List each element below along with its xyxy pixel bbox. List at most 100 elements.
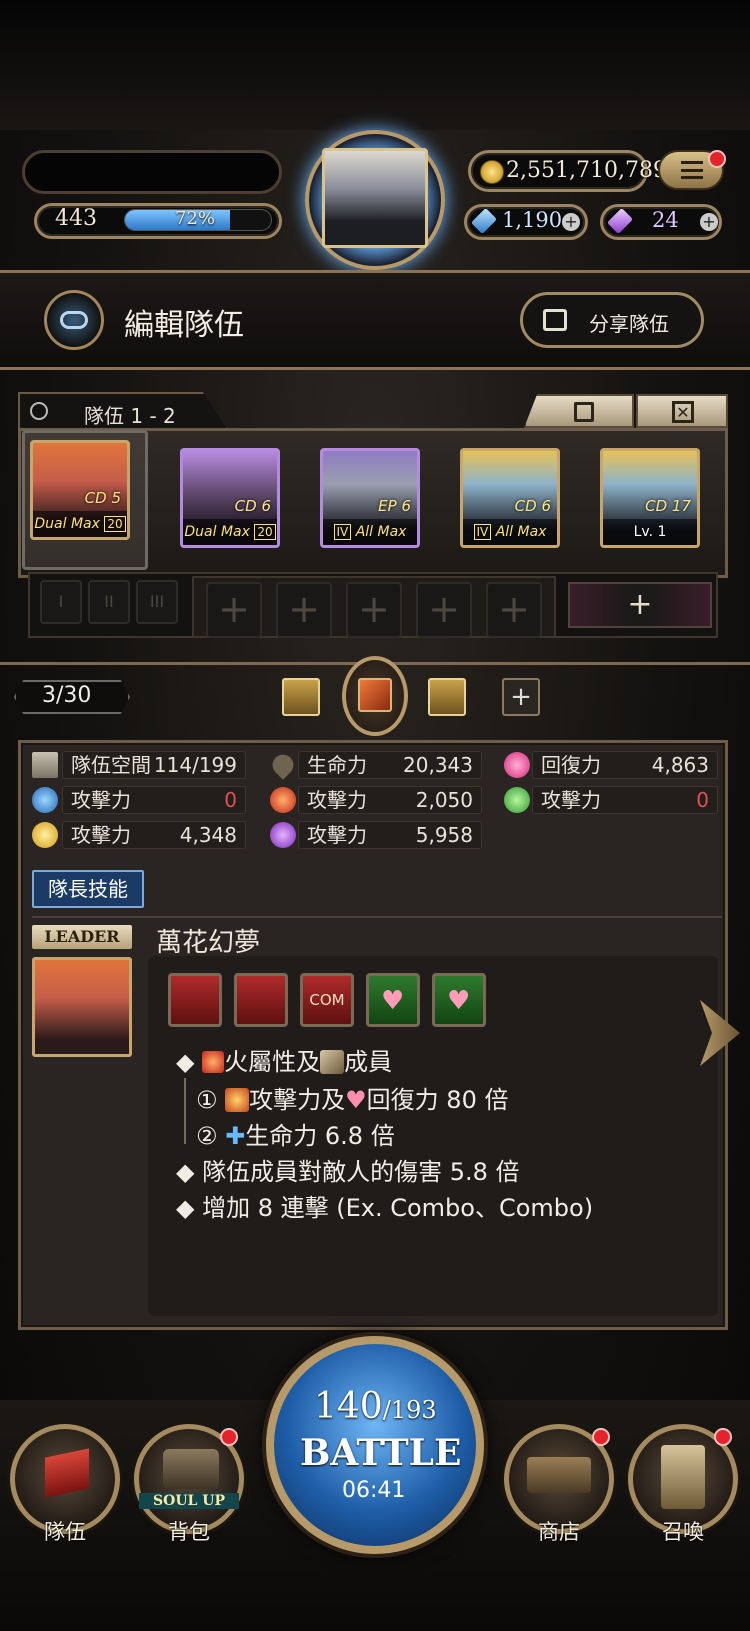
player-name-box[interactable] (22, 150, 282, 194)
attack-boost-chip-1[interactable] (168, 973, 222, 1027)
add-filter-button[interactable]: + (502, 678, 540, 716)
bag-notification-dot (220, 1428, 238, 1446)
section-divider (32, 916, 722, 918)
page-title: 編輯隊伍 (124, 308, 244, 343)
summon-card-icon (661, 1445, 705, 1509)
skill-line-2: ① 攻擊力及♥回復力 80 倍 (196, 1086, 509, 1114)
close-icon: ✕ (672, 401, 694, 423)
fire-icon (202, 1051, 225, 1073)
leader-badge: LEADER (32, 925, 132, 949)
formation-tab-3[interactable]: III (136, 580, 178, 624)
flag-icon (45, 1448, 89, 1498)
member-1-badge: CD 5 (84, 489, 121, 507)
backup-slot-5[interactable]: + (486, 582, 542, 638)
recovery-stat: 回復力 4,863 (532, 751, 718, 779)
skill-line-4: ◆ 隊伍成員對敵人的傷害 5.8 倍 (176, 1158, 520, 1186)
battle-timer: 06:41 (342, 1478, 406, 1503)
header-ornament (0, 0, 750, 130)
backup-slot-4[interactable]: + (416, 582, 472, 638)
add-helper-button[interactable]: + (568, 582, 712, 628)
backup-slot-1[interactable]: + (206, 582, 262, 638)
sub-list-bracket (184, 1078, 186, 1144)
backup-slot-3[interactable]: + (346, 582, 402, 638)
filter-attribute-button[interactable] (282, 678, 320, 716)
heart-plus-icon: ♥ (345, 1086, 367, 1114)
wood-attack-value: 0 (696, 788, 709, 812)
combo-chip[interactable]: COM (300, 973, 354, 1027)
team-member-3[interactable]: EP 6 IV All Max 20 (320, 448, 420, 548)
page-counter: 3/30 (42, 683, 92, 708)
shop-icon (527, 1457, 591, 1493)
team-member-2[interactable]: CD 6 Dual Max 20 (180, 448, 280, 548)
add-blue-gem-icon[interactable]: + (562, 213, 580, 231)
nav-shop-label: 商店 (538, 1520, 580, 1544)
attack-icon (225, 1088, 250, 1112)
member-5-badge: CD 17 (645, 497, 691, 515)
wood-icon (504, 787, 530, 813)
hp-stat: 生命力 20,343 (298, 751, 482, 779)
water-attack-stat: 攻擊力 0 (62, 786, 246, 814)
player-level: 443 (55, 206, 97, 231)
back-button[interactable] (44, 290, 104, 350)
player-avatar[interactable] (322, 148, 428, 248)
attack-boost-chip-2[interactable] (234, 973, 288, 1027)
chest-icon (163, 1449, 219, 1489)
recovery-chip[interactable]: ♥ (366, 973, 420, 1027)
member-3-badge: EP 6 (378, 497, 411, 515)
light-attack-stat: 攻擊力 4,348 (62, 821, 246, 849)
copy-icon (574, 402, 594, 422)
share-icon (543, 309, 567, 331)
hp-value: 20,343 (403, 753, 473, 777)
butterfly-icon (358, 678, 392, 712)
battle-stamina: 140/193 (314, 1386, 437, 1427)
add-purple-gem-icon[interactable]: + (700, 213, 718, 231)
coin-icon (480, 160, 504, 184)
menu-icon (681, 161, 703, 179)
team-tab-label: 隊伍 1 - 2 (84, 404, 176, 428)
summon-notification-dot (714, 1428, 732, 1446)
dark-attack-value: 5,958 (415, 823, 473, 847)
formation-tab-2[interactable]: II (88, 580, 130, 624)
member-4-footer: IV All Max 20 (463, 519, 557, 545)
formation-tab-1[interactable]: I (40, 580, 82, 624)
recovery-value: 4,863 (651, 753, 709, 777)
member-2-level: 20 (254, 524, 276, 540)
water-icon (32, 787, 58, 813)
dark-icon (270, 822, 296, 848)
team-member-5[interactable]: CD 17 Lv. 1 (600, 448, 700, 548)
team-member-4[interactable]: CD 6 IV All Max 20 (460, 448, 560, 548)
duplicate-team-button[interactable] (524, 394, 634, 428)
leader-portrait[interactable] (32, 957, 132, 1057)
backup-slot-2[interactable]: + (276, 582, 332, 638)
team-space-stat: 隊伍空間 114/199 (62, 751, 246, 779)
back-icon (60, 311, 88, 329)
leader-skill-name: 萬花幻夢 (156, 928, 261, 958)
team-member-1[interactable]: CD 5 Dual Max 20 (30, 440, 130, 540)
purple-gem-value: 24 (652, 208, 679, 232)
heal-chip[interactable]: ♥ (432, 973, 486, 1027)
team-tab[interactable]: 隊伍 1 - 2 (18, 392, 228, 430)
soul-up-label: SOUL UP (139, 1493, 239, 1509)
skill-line-5: ◆ 增加 8 連擊 (Ex. Combo、Combo) (176, 1194, 594, 1222)
share-team-button[interactable]: 分享隊伍 (520, 292, 704, 348)
shop-notification-dot (592, 1428, 610, 1446)
member-2-footer: Dual Max 20 (183, 519, 277, 545)
member-5-footer: Lv. 1 (603, 519, 697, 545)
member-2-badge: CD 6 (234, 497, 271, 515)
leader-skill-tab[interactable]: 隊長技能 (32, 870, 144, 908)
heart-icon (504, 752, 530, 778)
skill-line-3: ② ✚生命力 6.8 倍 (196, 1122, 395, 1150)
team-space-value: 114/199 (153, 753, 237, 777)
member-3-rank: IV (333, 524, 352, 540)
share-team-label: 分享隊伍 (589, 312, 669, 336)
water-attack-value: 0 (224, 788, 237, 812)
member-1-level: 20 (104, 516, 126, 532)
filter-race-button[interactable] (428, 678, 466, 716)
fire-attack-stat: 攻擊力 2,050 (298, 786, 482, 814)
fire-attack-value: 2,050 (415, 788, 473, 812)
team-tab-icon (30, 402, 48, 420)
member-1-footer: Dual Max 20 (33, 511, 127, 537)
clear-team-button[interactable]: ✕ (636, 394, 728, 428)
butterfly-icon (320, 1050, 345, 1074)
battle-label: BATTLE (300, 1432, 462, 1474)
